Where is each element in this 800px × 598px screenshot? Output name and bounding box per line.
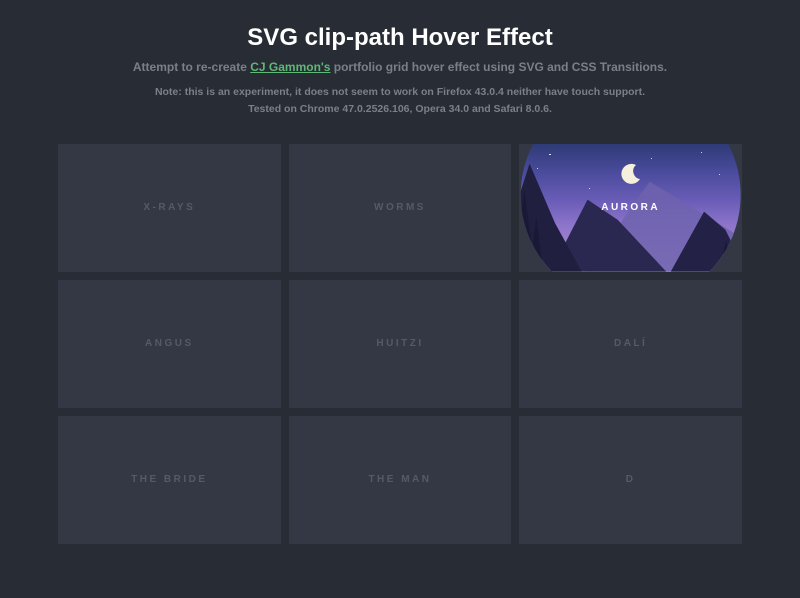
grid-item-label: ANGUS xyxy=(145,338,194,349)
grid-item-label: WORMS xyxy=(374,202,426,213)
star-icon xyxy=(719,174,720,175)
subtitle-text-pre: Attempt to re-create xyxy=(133,60,250,74)
grid-item-d[interactable]: D xyxy=(519,416,742,544)
note-line-2: Tested on Chrome 47.0.2526.106, Opera 34… xyxy=(248,103,552,115)
cj-gammon-link[interactable]: CJ Gammon's xyxy=(250,60,330,74)
grid-item-label: X-RAYS xyxy=(143,202,195,213)
grid-item-the-bride[interactable]: THE BRIDE xyxy=(58,416,281,544)
star-icon xyxy=(651,158,652,159)
subtitle-text-post: portfolio grid hover effect using SVG an… xyxy=(330,60,667,74)
grid-item-aurora[interactable]: AURORA xyxy=(519,144,742,272)
grid-item-label: D xyxy=(626,474,636,485)
grid-item-worms[interactable]: WORMS xyxy=(289,144,512,272)
grid-item-the-man[interactable]: THE MAN xyxy=(289,416,512,544)
grid-item-angus[interactable]: ANGUS xyxy=(58,280,281,408)
star-icon xyxy=(701,152,703,154)
moon-icon xyxy=(619,162,643,186)
grid-item-huitzi[interactable]: HUITZI xyxy=(289,280,512,408)
grid-item-label: THE BRIDE xyxy=(131,474,207,485)
grid-item-xrays[interactable]: X-RAYS xyxy=(58,144,281,272)
note-line-1: this is an experiment, it does not seem … xyxy=(182,86,645,98)
note-label: Note: xyxy=(155,86,182,98)
page-title: SVG clip-path Hover Effect xyxy=(40,24,760,52)
grid-item-label: DALÍ xyxy=(614,338,647,349)
note-text: Note: this is an experiment, it does not… xyxy=(40,84,760,118)
star-icon xyxy=(549,154,551,156)
grid-item-dali[interactable]: DALÍ xyxy=(519,280,742,408)
page-subtitle: Attempt to re-create CJ Gammon's portfol… xyxy=(40,60,760,74)
portfolio-grid: X-RAYS WORMS AURORA ANGUS xyxy=(0,136,800,544)
grid-item-label: AURORA xyxy=(601,202,660,213)
page-header: SVG clip-path Hover Effect Attempt to re… xyxy=(0,0,800,136)
grid-item-label: HUITZI xyxy=(376,338,423,349)
grid-item-label: THE MAN xyxy=(368,474,431,485)
